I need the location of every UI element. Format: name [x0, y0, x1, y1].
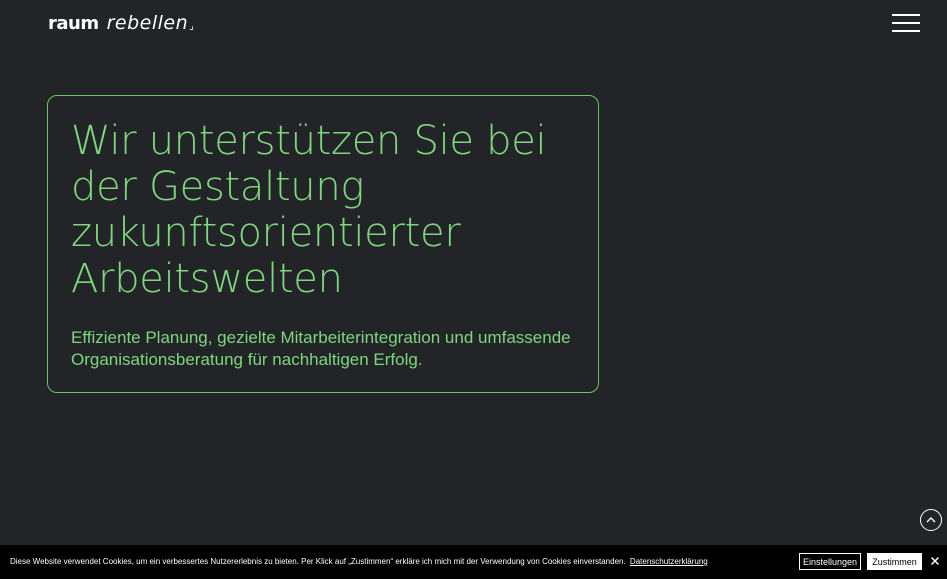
cookie-settings-button[interactable]: Einstellungen	[799, 553, 861, 570]
cookie-notice-text: Diese Website verwendet Cookies, um ein …	[10, 557, 626, 566]
hero-subtitle: Effiziente Planung, gezielte Mitarbeiter…	[71, 328, 571, 369]
menu-line	[892, 22, 920, 24]
cookie-notice: Diese Website verwendet Cookies, um ein …	[10, 557, 708, 566]
hamburger-menu-icon[interactable]	[892, 14, 920, 34]
privacy-policy-link[interactable]: Datenschutzerklärung	[630, 557, 708, 566]
hero-title: Wir unterstützen Sie bei der Gestaltung …	[71, 118, 547, 302]
logo-corner-mark: ⌟	[189, 21, 194, 32]
close-icon[interactable]	[928, 554, 942, 568]
chevron-up-icon	[926, 517, 936, 523]
cookie-banner: Diese Website verwendet Cookies, um ein …	[0, 545, 947, 579]
logo-text-bold: raum	[48, 13, 99, 34]
site-logo[interactable]: raum rebellen ⌟	[48, 12, 194, 34]
menu-line	[892, 30, 920, 32]
cookie-accept-button[interactable]: Zustimmen	[867, 553, 922, 570]
scroll-to-top-button[interactable]	[920, 509, 942, 531]
menu-line	[892, 14, 920, 16]
hero-card: Wir unterstützen Sie bei der Gestaltung …	[47, 95, 599, 393]
logo-text-light: rebellen	[106, 12, 189, 34]
